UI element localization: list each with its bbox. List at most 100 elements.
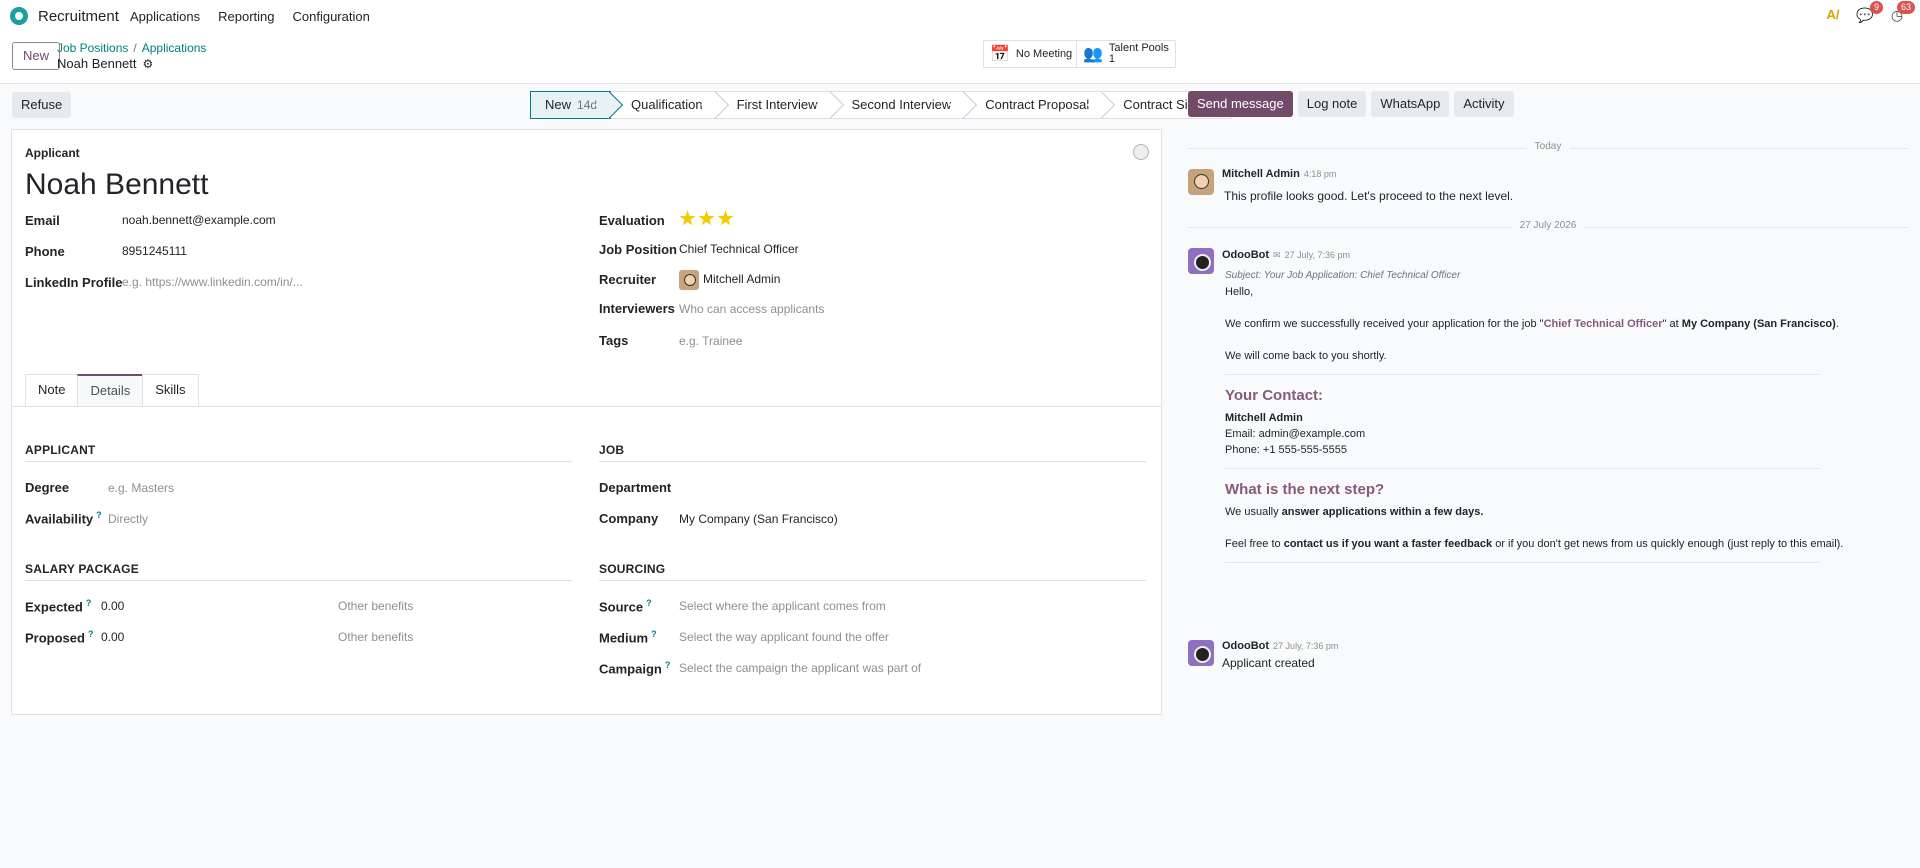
linkedin-input[interactable]: e.g. https://www.linkedin.com/in/... <box>122 275 303 289</box>
no-meeting-button[interactable]: 📅 No Meeting <box>983 40 1080 68</box>
date-27-july: 27 July 2026 <box>1511 220 1585 231</box>
messages-icon[interactable]: 💬 9 <box>1856 1 1883 24</box>
stage-new[interactable]: New 14d <box>530 91 612 119</box>
breadcrumb-separator: / <box>133 41 137 55</box>
expected-help-icon[interactable]: ? <box>86 598 92 608</box>
campaign-help-icon[interactable]: ? <box>665 660 671 670</box>
send-message-button[interactable]: Send message <box>1188 91 1293 117</box>
contact-name: Mitchell Admin <box>1225 412 1303 424</box>
star-icon[interactable] <box>717 210 734 226</box>
email-field[interactable]: noah.bennett@example.com <box>122 213 276 227</box>
stage-contract-proposal[interactable]: Contract Proposal <box>965 91 1104 119</box>
availability-input[interactable]: Directly <box>108 512 148 526</box>
recruitment-app-icon[interactable] <box>10 7 28 25</box>
section-applicant: APPLICANT <box>25 443 572 462</box>
stage-new-label: New <box>545 97 572 112</box>
mail-separator <box>1225 374 1820 375</box>
job-position-field[interactable]: Chief Technical Officer <box>679 242 799 256</box>
p1-c: . <box>1835 318 1839 330</box>
menu-applications[interactable]: Applications <box>130 9 200 24</box>
tab-skills[interactable]: Skills <box>142 374 199 406</box>
whatsapp-button[interactable]: WhatsApp <box>1371 91 1450 117</box>
message-2-hello: Hello, <box>1225 286 1254 298</box>
odoobot-avatar[interactable] <box>1188 640 1214 666</box>
refuse-button[interactable]: Refuse <box>12 92 72 118</box>
tab-note[interactable]: Note <box>25 374 79 406</box>
stage-statusbar: New 14d Qualification First Interview Sec… <box>530 91 1232 119</box>
expected-salary-field[interactable]: 0.00 <box>101 599 124 613</box>
app-name[interactable]: Recruitment <box>38 8 119 25</box>
p4-b: contact us if you want a faster feedback <box>1283 538 1493 550</box>
menu-configuration[interactable]: Configuration <box>292 9 369 24</box>
activity-button[interactable]: Activity <box>1454 91 1514 117</box>
proposed-salary-field[interactable]: 0.00 <box>101 630 124 644</box>
tags-input[interactable]: e.g. Trainee <box>679 334 742 348</box>
message-2-subject: Subject: Your Job Application: Chief Tec… <box>1225 270 1461 281</box>
mail-separator <box>1225 562 1820 563</box>
expected-label-text: Expected <box>25 599 83 615</box>
section-sourcing: SOURCING <box>599 562 1146 581</box>
recruiter-avatar <box>679 270 699 290</box>
medium-input[interactable]: Select the way applicant found the offer <box>679 630 889 644</box>
date-today: Today <box>1526 141 1570 152</box>
source-help-icon[interactable]: ? <box>646 598 652 608</box>
stage-second-interview[interactable]: Second Interview <box>831 91 966 119</box>
breadcrumb: Job Positions / Applications <box>57 41 206 55</box>
breadcrumb-applications[interactable]: Applications <box>142 41 207 55</box>
messages-badge: 9 <box>1869 1 1883 14</box>
section-salary-package: SALARY PACKAGE <box>25 562 572 581</box>
medium-help-icon[interactable]: ? <box>651 629 657 639</box>
company-field[interactable]: My Company (San Francisco) <box>679 512 838 526</box>
proposed-help-icon[interactable]: ? <box>88 629 94 639</box>
section-job: JOB <box>599 443 1146 462</box>
main-menu: Applications Reporting Configuration <box>130 9 370 24</box>
source-input[interactable]: Select where the applicant comes from <box>679 599 886 613</box>
star-icon[interactable] <box>679 210 696 226</box>
activities-clock-icon[interactable]: ◷ 63 <box>1888 1 1915 24</box>
message-2-paragraph-1: We confirm we successfully received your… <box>1225 316 1845 332</box>
stage-qualification[interactable]: Qualification <box>611 91 717 119</box>
job-position-label: Job Position <box>599 242 677 257</box>
mitchell-admin-avatar[interactable] <box>1188 169 1214 195</box>
applicant-heading-label: Applicant <box>25 146 80 160</box>
degree-input[interactable]: e.g. Masters <box>108 481 174 495</box>
talent-pools-button[interactable]: 👥 Talent Pools 1 <box>1076 40 1176 68</box>
job-link[interactable]: Chief Technical Officer <box>1544 318 1663 330</box>
message-2-paragraph-4: Feel free to contact us if you want a fa… <box>1225 536 1845 552</box>
record-name: Noah Bennett <box>57 56 137 71</box>
breadcrumb-job-positions[interactable]: Job Positions <box>57 41 128 55</box>
applicant-name[interactable]: Noah Bennett <box>25 168 208 202</box>
expected-other-benefits-input[interactable]: Other benefits <box>338 599 413 613</box>
tags-label: Tags <box>599 333 629 348</box>
campaign-input[interactable]: Select the campaign the applicant was pa… <box>679 661 921 675</box>
evaluation-stars[interactable] <box>679 210 734 227</box>
stage-first-interview[interactable]: First Interview <box>716 91 832 119</box>
email-label: Email <box>25 213 60 228</box>
message-1-author-name[interactable]: Mitchell Admin <box>1222 168 1300 180</box>
envelope-icon: ✉ <box>1273 250 1281 260</box>
message-3-author-name[interactable]: OdooBot <box>1222 640 1269 652</box>
proposed-other-benefits-input[interactable]: Other benefits <box>338 630 413 644</box>
interviewers-input[interactable]: Who can access applicants <box>679 302 824 316</box>
medium-label-text: Medium <box>599 630 649 646</box>
no-meeting-label: No Meeting <box>1015 48 1073 60</box>
linkedin-label: LinkedIn Profile <box>25 275 123 290</box>
company-label: Company <box>599 511 659 526</box>
message-2-author: OdooBot ✉ 27 July, 7:36 pm <box>1222 249 1350 261</box>
availability-help-icon[interactable]: ? <box>96 510 102 520</box>
phone-field[interactable]: 8951245111 <box>122 244 187 258</box>
recruiter-field[interactable]: Mitchell Admin <box>679 270 780 290</box>
kanban-state-circle[interactable] <box>1133 144 1149 160</box>
message-2-author-name[interactable]: OdooBot <box>1222 249 1269 261</box>
next-step-heading: What is the next step? <box>1225 481 1385 498</box>
star-icon[interactable] <box>698 210 715 226</box>
recruiter-name: Mitchell Admin <box>703 272 781 287</box>
menu-reporting[interactable]: Reporting <box>218 9 274 24</box>
chatter-toolbar: Send message Log note WhatsApp Activity <box>1188 91 1514 117</box>
odoobot-avatar[interactable] <box>1188 248 1214 274</box>
new-button[interactable]: New <box>12 42 61 70</box>
log-note-button[interactable]: Log note <box>1297 91 1367 117</box>
gear-icon[interactable]: ⚙ <box>143 57 154 71</box>
tab-details[interactable]: Details <box>77 374 144 406</box>
ai-icon[interactable]: A/ <box>1824 6 1842 24</box>
